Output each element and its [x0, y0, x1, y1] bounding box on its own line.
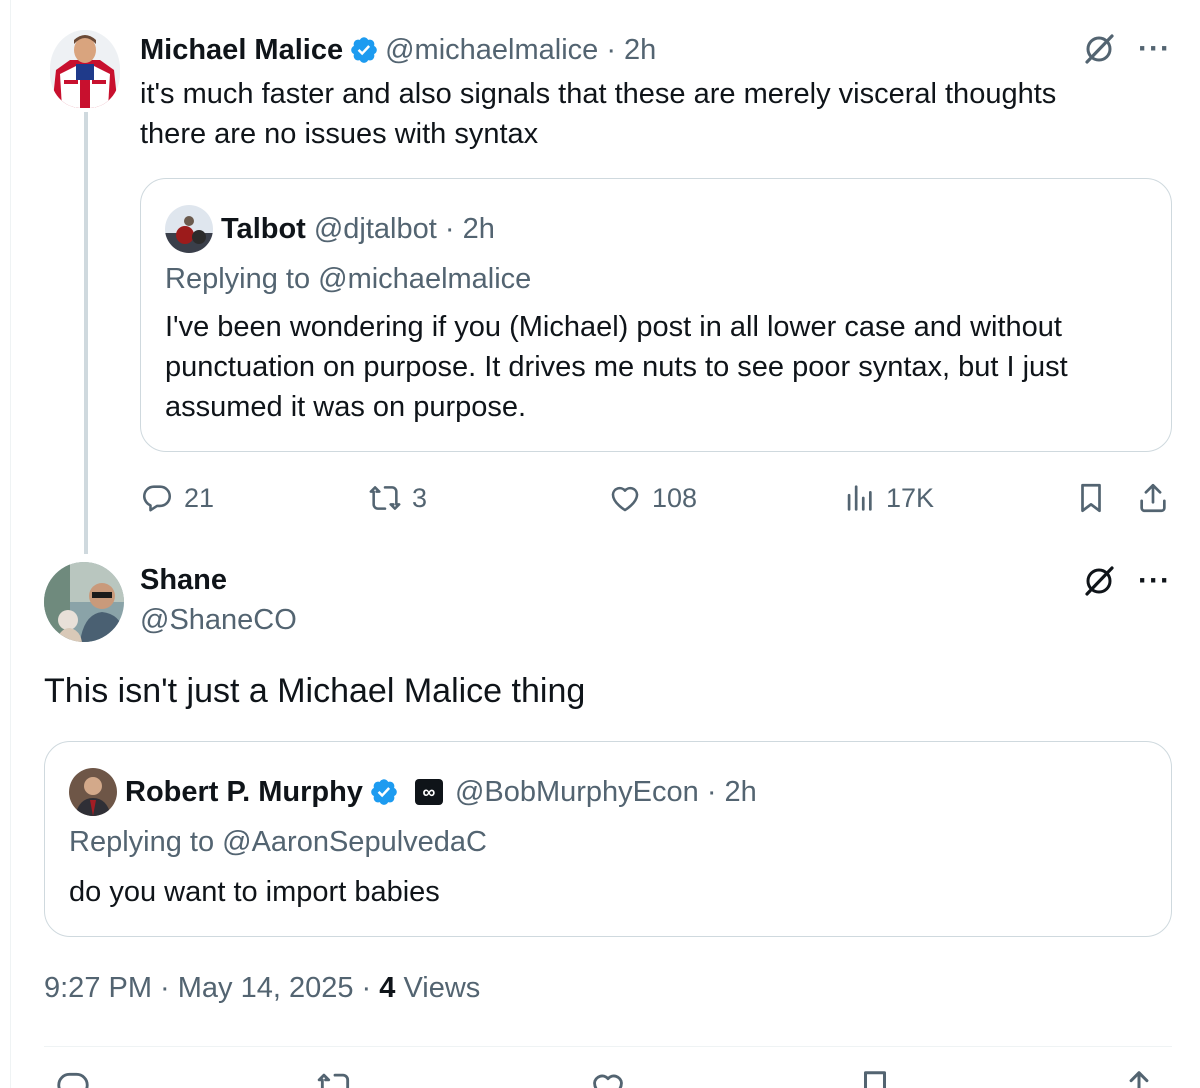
reply-author-name[interactable]: Shane	[140, 564, 227, 597]
repost-button[interactable]: 3	[368, 476, 427, 520]
quoted-tweet-card[interactable]: Robert P. Murphy ∞ @BobMurphyEcon · 2h R…	[44, 741, 1172, 937]
verified-badge-icon	[351, 37, 377, 63]
grok-icon[interactable]	[1082, 32, 1116, 66]
author-handle-time[interactable]: @michaelmalice · 2h	[385, 34, 656, 67]
like-button[interactable]: 108	[608, 476, 697, 520]
tweet-text: it's much faster and also signals that t…	[140, 74, 1160, 154]
replying-to: Replying to @michaelmalice	[165, 263, 532, 295]
view-count: 17K	[886, 482, 935, 513]
timestamp[interactable]: 9:27 PM · May 14, 2025 ·	[44, 972, 379, 1004]
tweet-text-line: there are no issues with syntax	[140, 118, 539, 150]
quoted-text-line: I've been wondering if you (Michael) pos…	[165, 311, 1062, 343]
reply-top-actions: ···	[1082, 564, 1171, 598]
reply-author-handle[interactable]: @ShaneCO	[140, 604, 297, 637]
quoted-author-name: Robert P. Murphy	[125, 775, 363, 808]
views-count: 4	[379, 972, 396, 1004]
quoted-tweet-header: Robert P. Murphy ∞ @BobMurphyEcon · 2h	[69, 768, 757, 816]
heart-icon[interactable]	[589, 1068, 627, 1088]
tweet-text-line: it's much faster and also signals that t…	[140, 78, 1057, 110]
repost-icon[interactable]	[316, 1068, 354, 1088]
quoted-tweet-header: Talbot @djtalbot · 2h	[165, 205, 495, 253]
divider	[44, 1046, 1172, 1047]
repost-count: 3	[412, 482, 428, 513]
verified-badge-icon	[371, 779, 397, 805]
quoted-tweet-card[interactable]: Talbot @djtalbot · 2h Replying to @micha…	[140, 178, 1172, 452]
bookmark-button[interactable]	[1074, 476, 1108, 520]
tweet-action-bar: 21 3 108 17K	[140, 476, 1175, 520]
reply-action-bar	[44, 1068, 1172, 1088]
views-button[interactable]: 17K	[842, 476, 934, 520]
replying-to: Replying to @AaronSepulvedaC	[69, 826, 487, 858]
reply-count: 21	[184, 482, 215, 513]
bookmark-icon[interactable]	[856, 1068, 894, 1088]
author-name[interactable]: Michael Malice	[140, 34, 343, 67]
reply-icon[interactable]	[54, 1068, 92, 1088]
share-icon	[1140, 483, 1166, 513]
quoted-avatar	[165, 205, 213, 253]
affiliate-badge-icon: ∞	[414, 779, 443, 805]
tweet-top-actions: ···	[1082, 32, 1171, 66]
share-button[interactable]	[1136, 476, 1170, 520]
views-label: Views	[395, 972, 481, 1004]
tweet-header: Michael Malice @michaelmalice · 2h	[140, 30, 656, 70]
more-options-icon[interactable]: ···	[1138, 34, 1171, 64]
bookmark-icon	[1081, 483, 1101, 513]
reply-avatar[interactable]	[44, 562, 124, 642]
repost-icon	[369, 486, 401, 510]
reply-tweet-text: This isn't just a Michael Malice thing	[44, 672, 586, 710]
quoted-tweet-text: I've been wondering if you (Michael) pos…	[165, 307, 1155, 427]
quoted-author-name: Talbot	[221, 212, 306, 245]
quoted-author-handle-time: @djtalbot · 2h	[313, 212, 495, 245]
heart-icon	[611, 486, 639, 512]
reply-icon	[142, 485, 172, 512]
quoted-text-line: punctuation on purpose. It drives me nut…	[165, 351, 1068, 383]
reply-button[interactable]: 21	[140, 476, 214, 520]
parent-tweet[interactable]: Michael Malice @michaelmalice · 2h ··· i…	[0, 0, 1200, 560]
grok-icon[interactable]	[1082, 564, 1116, 598]
share-icon[interactable]	[1120, 1068, 1158, 1088]
quoted-tweet-text: do you want to import babies	[69, 876, 440, 908]
quoted-text-line: assumed it was on purpose.	[165, 391, 527, 423]
analytics-icon	[847, 485, 872, 511]
thread-connector	[84, 112, 88, 554]
tweet-timestamp-views: 9:27 PM · May 14, 2025 · 4 Views	[44, 972, 480, 1005]
avatar[interactable]	[50, 30, 120, 108]
quoted-avatar	[69, 768, 117, 816]
more-options-icon[interactable]: ···	[1138, 566, 1171, 596]
quoted-author-handle-time: @BobMurphyEcon · 2h	[454, 775, 757, 808]
like-count: 108	[652, 482, 698, 513]
